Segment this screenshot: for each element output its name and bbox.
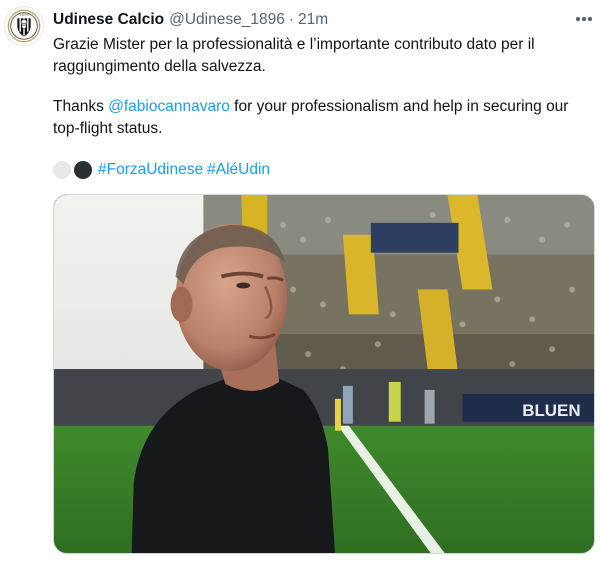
stadium-banner-text: BLUEN bbox=[522, 401, 580, 420]
udinese-crest-logo: 1896 bbox=[5, 7, 43, 45]
mention-link[interactable]: @fabiocannavaro bbox=[108, 98, 230, 115]
display-name[interactable]: Udinese Calcio bbox=[53, 11, 164, 29]
tweet-photo[interactable]: BLUEN bbox=[53, 194, 595, 554]
separator-dot: · bbox=[288, 11, 295, 28]
coach-stadium-photo: BLUEN bbox=[54, 195, 594, 553]
black-circle-icon bbox=[74, 161, 92, 179]
avatar[interactable]: 1896 bbox=[4, 6, 44, 46]
tweet-header: Udinese Calcio @Udinese_1896 · 21m bbox=[53, 10, 328, 30]
timestamp[interactable]: 21m bbox=[298, 11, 328, 29]
more-horizontal-icon[interactable] bbox=[572, 8, 596, 30]
hashtag-aleudin[interactable]: #AléUdin bbox=[207, 161, 270, 179]
white-circle-icon bbox=[53, 161, 71, 179]
user-handle[interactable]: @Udinese_1896 bbox=[169, 11, 285, 29]
tweet-text-english: Thanks @fabiocannavaro for your professi… bbox=[53, 96, 598, 139]
crest-year: 1896 bbox=[19, 12, 29, 17]
tweet-text-italian: Grazie Mister per la professionalità e l… bbox=[53, 36, 535, 75]
text-prefix: Thanks bbox=[53, 98, 109, 115]
hashtag-forzaudinese[interactable]: #ForzaUdinese bbox=[98, 161, 203, 179]
tweet[interactable]: 1896 Udinese Calcio @Udinese_1896 · 21m … bbox=[0, 0, 600, 565]
hashtag-row: #ForzaUdinese #AléUdin bbox=[53, 159, 270, 181]
